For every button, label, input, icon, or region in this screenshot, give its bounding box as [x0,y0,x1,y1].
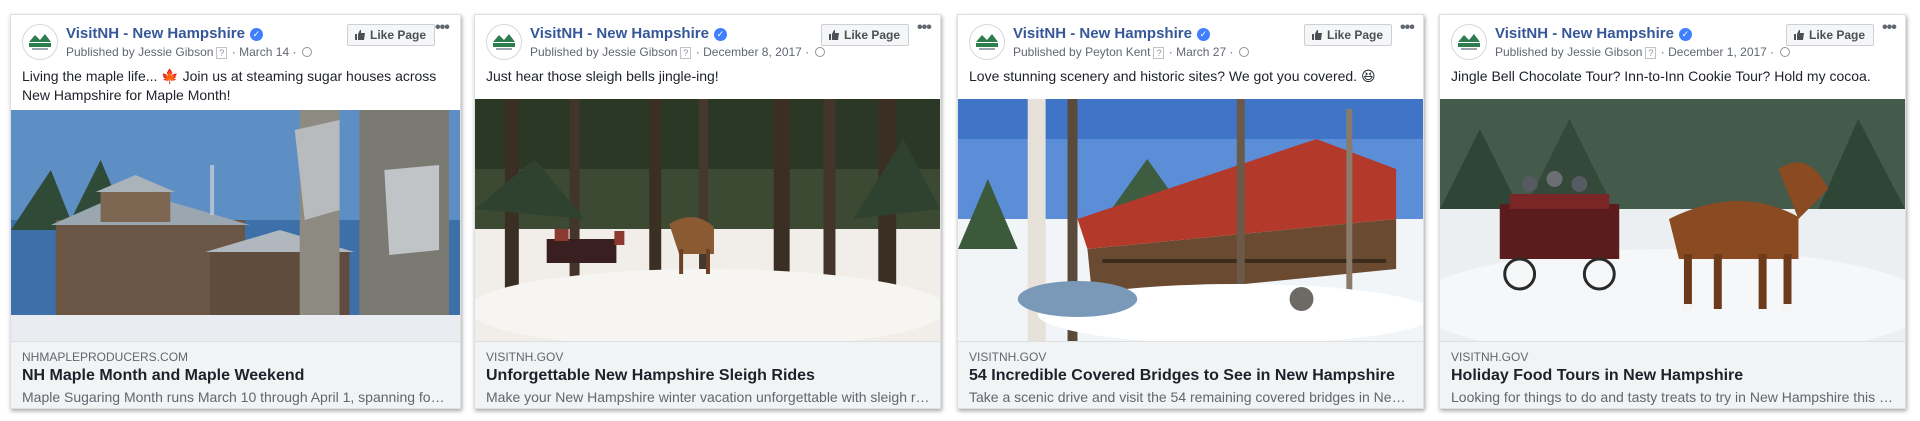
like-page-button[interactable]: Like Page [347,24,436,46]
globe-icon [814,47,825,57]
link-title[interactable]: Holiday Food Tours in New Hampshire [1451,367,1895,385]
link-title[interactable]: Unforgettable New Hampshire Sleigh Rides [486,367,930,385]
published-by-label: Published by [66,45,135,59]
post-image[interactable] [1440,99,1905,344]
post-image[interactable] [475,99,940,344]
published-by-label: Published by [1495,45,1564,59]
post-card: VisitNH - New Hampshire ✓ Published by Je… [10,14,461,409]
post-date[interactable]: March 27 [1176,45,1226,59]
link-domain: VISITNH.GOV [486,350,564,364]
post-text: Love stunning scenery and historic sites… [969,68,1376,84]
post-date[interactable]: December 8, 2017 [703,45,802,59]
thumbs-up-icon [829,30,839,40]
page-name-link[interactable]: VisitNH - New Hampshire ✓ [1013,25,1210,42]
thumbs-up-icon [355,30,365,40]
link-description: Make your New Hampshire winter vacation … [486,389,930,405]
page-name-link[interactable]: VisitNH - New Hampshire ✓ [1495,25,1692,42]
post-meta: Published by Peyton Kent? · March 27 · [1013,45,1249,59]
like-page-button[interactable]: Like Page [821,24,910,46]
verified-badge-icon: ✓ [1196,28,1210,41]
more-options-icon[interactable]: ••• [1882,19,1897,37]
link-title[interactable]: NH Maple Month and Maple Weekend [22,367,450,385]
link-description: Looking for things to do and tasty treat… [1451,389,1895,405]
like-page-label: Like Page [844,28,901,42]
globe-icon [301,47,312,57]
thumbs-up-icon [1312,30,1322,40]
post-meta: Published by Jessie Gibson? · December 8… [530,45,825,59]
link-preview[interactable]: VISITNH.GOV Unforgettable New Hampshire … [475,341,940,408]
link-domain: VISITNH.GOV [1451,350,1529,364]
globe-icon [1779,47,1790,57]
thumbs-up-icon [1794,30,1804,40]
page-name-link[interactable]: VisitNH - New Hampshire ✓ [530,25,727,42]
link-domain: NHMAPLEPRODUCERS.COM [22,350,189,364]
author-name[interactable]: Peyton Kent [1085,45,1150,59]
avatar[interactable] [486,24,522,60]
link-domain: VISITNH.GOV [969,350,1047,364]
help-icon[interactable]: ? [216,47,228,59]
post-date[interactable]: December 1, 2017 [1668,45,1767,59]
post-header: VisitNH - New Hampshire ✓ Published by Je… [475,15,940,64]
post-header: VisitNH - New Hampshire ✓ Published by Je… [1440,15,1905,64]
page-name[interactable]: VisitNH - New Hampshire [530,25,709,42]
post-text: Just hear those sleigh bells jingle-ing! [486,68,719,84]
verified-badge-icon: ✓ [249,28,263,41]
page-name[interactable]: VisitNH - New Hampshire [1013,25,1192,42]
post-text: Jingle Bell Chocolate Tour? Inn-to-Inn C… [1451,68,1871,84]
post-image[interactable] [11,110,460,343]
page-name-link[interactable]: VisitNH - New Hampshire ✓ [66,25,263,42]
verified-badge-icon: ✓ [713,28,727,41]
like-page-label: Like Page [370,28,427,42]
link-preview[interactable]: VISITNH.GOV 54 Incredible Covered Bridge… [958,341,1423,408]
published-by-label: Published by [530,45,599,59]
author-name[interactable]: Jessie Gibson [602,45,677,59]
avatar[interactable] [1451,24,1487,60]
avatar[interactable] [22,24,58,60]
page-name[interactable]: VisitNH - New Hampshire [66,25,245,42]
post-header: VisitNH - New Hampshire ✓ Published by Je… [11,15,460,64]
post-header: VisitNH - New Hampshire ✓ Published by Pe… [958,15,1423,64]
page-name[interactable]: VisitNH - New Hampshire [1495,25,1674,42]
more-options-icon[interactable]: ••• [435,19,450,37]
help-icon[interactable]: ? [680,47,692,59]
link-title[interactable]: 54 Incredible Covered Bridges to See in … [969,367,1413,385]
like-page-button[interactable]: Like Page [1786,24,1875,46]
link-preview[interactable]: NHMAPLEPRODUCERS.COM NH Maple Month and … [11,341,460,408]
avatar[interactable] [969,24,1005,60]
post-card: VisitNH - New Hampshire ✓ Published by Je… [1439,14,1906,409]
link-description: Maple Sugaring Month runs March 10 throu… [22,389,450,405]
post-date[interactable]: March 14 [239,45,289,59]
link-preview[interactable]: VISITNH.GOV Holiday Food Tours in New Ha… [1440,341,1905,408]
post-meta: Published by Jessie Gibson? · December 1… [1495,45,1790,59]
link-description: Take a scenic drive and visit the 54 rem… [969,389,1413,405]
more-options-icon[interactable]: ••• [1400,19,1415,37]
more-options-icon[interactable]: ••• [917,19,932,37]
post-text: Living the maple life... 🍁 Join us at st… [22,68,437,103]
post-meta: Published by Jessie Gibson? · March 14 · [66,45,312,59]
verified-badge-icon: ✓ [1678,28,1692,41]
help-icon[interactable]: ? [1153,47,1165,59]
post-card: VisitNH - New Hampshire ✓ Published by Pe… [957,14,1424,409]
like-page-button[interactable]: Like Page [1304,24,1393,46]
globe-icon [1238,47,1249,57]
help-icon[interactable]: ? [1645,47,1657,59]
like-page-label: Like Page [1327,28,1384,42]
published-by-label: Published by [1013,45,1082,59]
post-card: VisitNH - New Hampshire ✓ Published by Je… [474,14,941,409]
post-image[interactable] [958,99,1423,344]
author-name[interactable]: Jessie Gibson [1567,45,1642,59]
like-page-label: Like Page [1809,28,1866,42]
author-name[interactable]: Jessie Gibson [138,45,213,59]
